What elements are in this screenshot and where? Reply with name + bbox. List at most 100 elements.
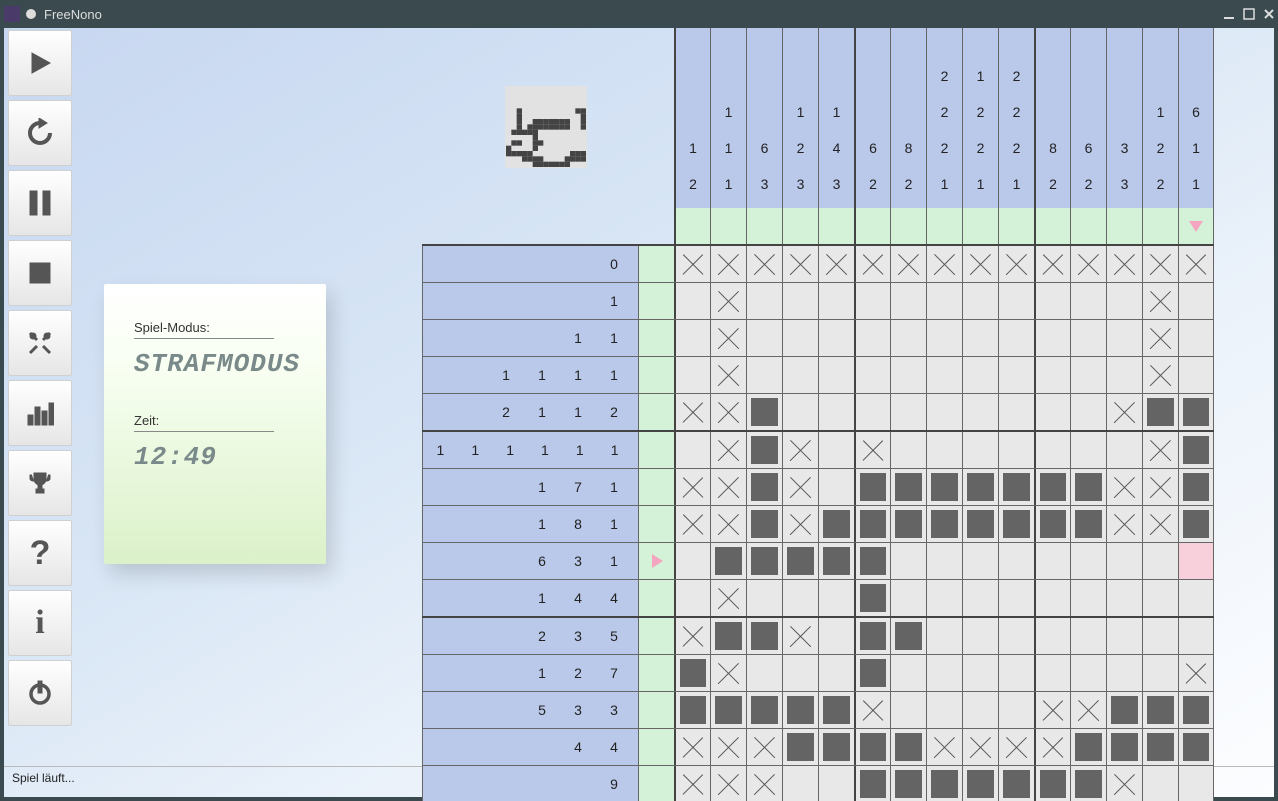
maximize-button[interactable] (1240, 5, 1258, 23)
grid-cell[interactable] (1034, 766, 1070, 801)
grid-cell[interactable] (782, 469, 818, 505)
grid-cell[interactable] (674, 506, 710, 542)
grid-cell[interactable] (818, 618, 854, 654)
grid-cell[interactable] (1106, 618, 1142, 654)
grid-cell[interactable] (674, 246, 710, 282)
grid-cell[interactable] (926, 394, 962, 430)
grid-cell[interactable] (1034, 283, 1070, 319)
grid-cell[interactable] (1070, 506, 1106, 542)
grid-cell[interactable] (962, 394, 998, 430)
grid-cell[interactable] (962, 469, 998, 505)
grid-cell[interactable] (746, 692, 782, 728)
grid-cell[interactable] (710, 394, 746, 430)
grid-cell[interactable] (1178, 320, 1214, 356)
grid-cell[interactable] (1034, 543, 1070, 579)
grid-cell[interactable] (1178, 766, 1214, 801)
grid-cell[interactable] (1178, 655, 1214, 691)
grid-cell[interactable] (1178, 283, 1214, 319)
grid-cell[interactable] (1106, 580, 1142, 616)
stats-button[interactable] (8, 380, 72, 446)
grid-cell[interactable] (1034, 320, 1070, 356)
grid-cell[interactable] (1178, 580, 1214, 616)
grid-cell[interactable] (710, 580, 746, 616)
grid-cell[interactable] (854, 394, 890, 430)
grid-cell[interactable] (1142, 283, 1178, 319)
grid-cell[interactable] (890, 394, 926, 430)
settings-button[interactable] (8, 310, 72, 376)
grid-cell[interactable] (1178, 394, 1214, 430)
grid-cell[interactable] (998, 283, 1034, 319)
grid-cell[interactable] (962, 618, 998, 654)
grid-cell[interactable] (818, 320, 854, 356)
grid-cell[interactable] (926, 469, 962, 505)
grid-cell[interactable] (782, 618, 818, 654)
grid-cell[interactable] (1142, 320, 1178, 356)
grid-cell[interactable] (1034, 394, 1070, 430)
grid-cell[interactable] (1070, 432, 1106, 468)
minimize-button[interactable] (1220, 5, 1238, 23)
grid-cell[interactable] (674, 618, 710, 654)
grid-cell[interactable] (998, 357, 1034, 393)
grid-cell[interactable] (890, 543, 926, 579)
grid-cell[interactable] (818, 580, 854, 616)
grid-cell[interactable] (890, 283, 926, 319)
grid-cell[interactable] (710, 766, 746, 801)
grid-cell[interactable] (1034, 729, 1070, 765)
grid-cell[interactable] (746, 357, 782, 393)
grid-cell[interactable] (962, 692, 998, 728)
help-button[interactable]: ? (8, 520, 72, 586)
grid-cell[interactable] (746, 283, 782, 319)
grid-cell[interactable] (1178, 729, 1214, 765)
grid-cell[interactable] (710, 283, 746, 319)
grid-cell[interactable] (818, 692, 854, 728)
grid-cell[interactable] (998, 580, 1034, 616)
grid-cell[interactable] (1142, 432, 1178, 468)
grid-cell[interactable] (1142, 357, 1178, 393)
grid-cell[interactable] (818, 655, 854, 691)
grid-cell[interactable] (674, 469, 710, 505)
grid-cell[interactable] (1034, 580, 1070, 616)
grid-cell[interactable] (818, 246, 854, 282)
grid-cell[interactable] (710, 729, 746, 765)
restart-button[interactable] (8, 100, 72, 166)
grid-cell[interactable] (710, 357, 746, 393)
grid-cell[interactable] (1106, 543, 1142, 579)
grid-cell[interactable] (890, 655, 926, 691)
grid-cell[interactable] (1070, 357, 1106, 393)
grid-cell[interactable] (818, 506, 854, 542)
grid-cell[interactable] (854, 543, 890, 579)
grid-cell[interactable] (674, 320, 710, 356)
grid-cell[interactable] (674, 357, 710, 393)
grid-cell[interactable] (962, 506, 998, 542)
grid-cell[interactable] (962, 246, 998, 282)
grid-cell[interactable] (926, 692, 962, 728)
grid-cell[interactable] (1070, 246, 1106, 282)
grid-cell[interactable] (710, 618, 746, 654)
grid-cell[interactable] (854, 580, 890, 616)
grid-cell[interactable] (1034, 246, 1070, 282)
grid-cell[interactable] (1070, 469, 1106, 505)
grid-cell[interactable] (1106, 469, 1142, 505)
grid-cell[interactable] (1142, 506, 1178, 542)
grid-cell[interactable] (710, 246, 746, 282)
grid-cell[interactable] (782, 543, 818, 579)
grid-cell[interactable] (890, 580, 926, 616)
grid-cell[interactable] (962, 543, 998, 579)
grid-cell[interactable] (854, 729, 890, 765)
grid-cell[interactable] (854, 618, 890, 654)
grid-cell[interactable] (854, 246, 890, 282)
grid-cell[interactable] (854, 692, 890, 728)
grid-cell[interactable] (998, 766, 1034, 801)
grid-cell[interactable] (1070, 580, 1106, 616)
power-button[interactable] (8, 660, 72, 726)
grid-cell[interactable] (782, 692, 818, 728)
grid-cell[interactable] (674, 729, 710, 765)
grid-cell[interactable] (818, 432, 854, 468)
grid-cell[interactable] (1070, 692, 1106, 728)
grid-cell[interactable] (998, 432, 1034, 468)
grid-cell[interactable] (998, 320, 1034, 356)
pause-button[interactable] (8, 170, 72, 236)
grid-cell[interactable] (674, 394, 710, 430)
grid-cell[interactable] (782, 506, 818, 542)
grid-cell[interactable] (1106, 394, 1142, 430)
